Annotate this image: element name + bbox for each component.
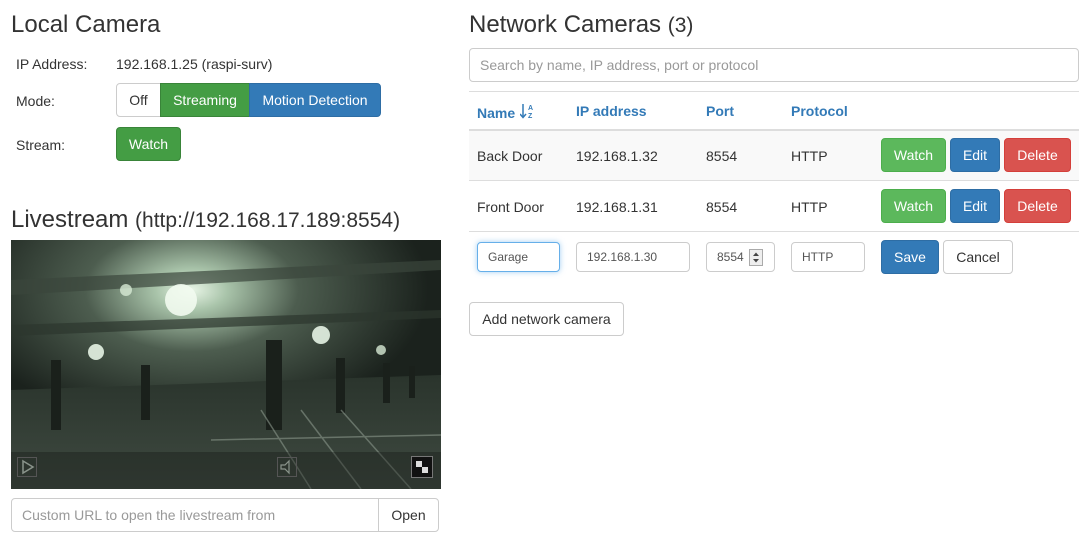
sort-alpha-icon: A Z <box>519 103 534 122</box>
table-top-line <box>469 91 1079 92</box>
column-port-header[interactable]: Port <box>706 103 734 119</box>
stream-label: Stream: <box>16 137 66 153</box>
row-ip: 192.168.1.31 <box>576 199 658 215</box>
cancel-button[interactable]: Cancel <box>943 240 1013 274</box>
row-divider <box>469 231 1079 232</box>
local-camera-title: Local Camera <box>11 11 161 38</box>
column-name-header[interactable]: Name A Z <box>477 103 534 122</box>
network-cameras-count: (3) <box>667 14 694 37</box>
row-name: Back Door <box>477 148 543 164</box>
livestream-video[interactable] <box>11 240 441 489</box>
save-button[interactable]: Save <box>881 240 939 274</box>
row-port: 8554 <box>706 148 738 164</box>
spinner-arrows-icon[interactable] <box>749 249 763 266</box>
livestream-title: Livestream (http://192.168.17.189:8554) <box>11 206 400 234</box>
mode-off-button[interactable]: Off <box>116 83 161 117</box>
row-divider <box>469 180 1079 181</box>
delete-button[interactable]: Delete <box>1004 138 1071 172</box>
ip-address-value: 192.168.1.25 (raspi-surv) <box>116 56 273 72</box>
search-input[interactable]: Search by name, IP address, port or prot… <box>469 48 1079 82</box>
mode-label: Mode: <box>16 93 55 109</box>
row-ip: 192.168.1.32 <box>576 148 658 164</box>
row-name: Front Door <box>477 199 544 215</box>
fullscreen-icon[interactable] <box>411 456 433 478</box>
edit-ip-input[interactable]: 192.168.1.30 <box>576 242 690 272</box>
play-icon[interactable] <box>17 457 37 477</box>
parking-garage-frame <box>11 240 441 489</box>
stream-watch-button[interactable]: Watch <box>116 127 181 161</box>
delete-button[interactable]: Delete <box>1004 189 1071 223</box>
network-cameras-title: Network Cameras (3) <box>469 11 693 39</box>
livestream-url: (http://192.168.17.189:8554) <box>135 209 401 232</box>
svg-text:Z: Z <box>528 113 533 119</box>
edit-port-value: 8554 <box>717 250 744 264</box>
column-name-label: Name <box>477 104 516 121</box>
column-protocol-header[interactable]: Protocol <box>791 103 848 119</box>
network-cameras-title-text: Network Cameras <box>469 11 662 38</box>
edit-port-stepper[interactable]: 8554 <box>706 242 775 272</box>
livestream-title-text: Livestream <box>11 206 129 233</box>
ip-address-label: IP Address: <box>16 56 88 72</box>
edit-button[interactable]: Edit <box>950 189 1000 223</box>
column-ip-header[interactable]: IP address <box>576 103 647 119</box>
edit-protocol-input[interactable]: HTTP <box>791 242 865 272</box>
add-network-camera-button[interactable]: Add network camera <box>469 302 624 336</box>
edit-name-input[interactable]: Garage <box>477 242 560 272</box>
mode-streaming-button[interactable]: Streaming <box>160 83 250 117</box>
watch-button[interactable]: Watch <box>881 189 946 223</box>
open-button[interactable]: Open <box>378 498 439 532</box>
mode-motion-detection-button[interactable]: Motion Detection <box>249 83 381 117</box>
row-protocol: HTTP <box>791 148 828 164</box>
row-protocol: HTTP <box>791 199 828 215</box>
custom-url-input[interactable]: Custom URL to open the livestream from <box>11 498 379 532</box>
svg-text:A: A <box>528 105 533 112</box>
row-port: 8554 <box>706 199 738 215</box>
watch-button[interactable]: Watch <box>881 138 946 172</box>
volume-icon[interactable] <box>277 457 297 477</box>
edit-button[interactable]: Edit <box>950 138 1000 172</box>
